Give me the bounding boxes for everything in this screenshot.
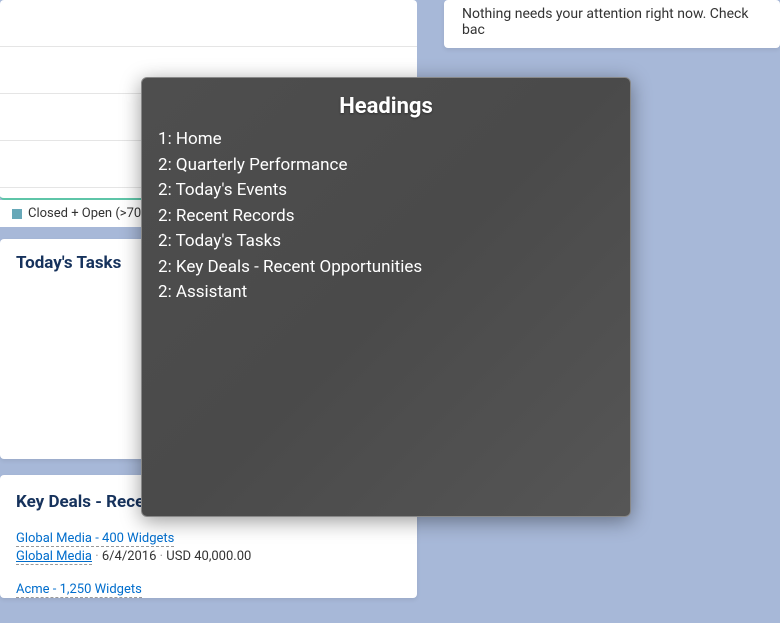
heading-item[interactable]: 2: Quarterly Performance: [158, 153, 614, 179]
deal-date: 6/4/2016: [102, 549, 157, 564]
assistant-text: Nothing needs your attention right now. …: [462, 6, 748, 38]
headings-list: 1: Home 2: Quarterly Performance 2: Toda…: [158, 127, 614, 306]
heading-item[interactable]: 1: Home: [158, 127, 614, 153]
deal-row: Acme - 1,250 Widgets: [16, 578, 401, 598]
deal-row: Global Media - 400 Widgets Global Media …: [16, 527, 401, 564]
headings-overlay-title: Headings: [158, 94, 614, 119]
heading-item[interactable]: 2: Today's Events: [158, 178, 614, 204]
legend-swatch-icon: [12, 209, 22, 219]
deal-name-link[interactable]: Global Media - 400 Widgets: [16, 531, 174, 547]
right-column: Nothing needs your attention right now. …: [444, 0, 780, 48]
legend-text: Closed + Open (>70: [28, 206, 141, 221]
heading-item[interactable]: 2: Recent Records: [158, 204, 614, 230]
deal-name-link[interactable]: Acme - 1,250 Widgets: [16, 582, 142, 598]
headings-overlay: Headings 1: Home 2: Quarterly Performanc…: [141, 77, 631, 517]
heading-item[interactable]: 2: Key Deals - Recent Opportunities: [158, 255, 614, 281]
heading-item[interactable]: 2: Assistant: [158, 280, 614, 306]
heading-item[interactable]: 2: Today's Tasks: [158, 229, 614, 255]
deal-account-link[interactable]: Global Media: [16, 549, 92, 565]
deal-meta: Global Media · 6/4/2016 · USD 40,000.00: [16, 549, 401, 564]
assistant-card: Nothing needs your attention right now. …: [444, 0, 780, 48]
deal-amount: USD 40,000.00: [166, 549, 251, 564]
